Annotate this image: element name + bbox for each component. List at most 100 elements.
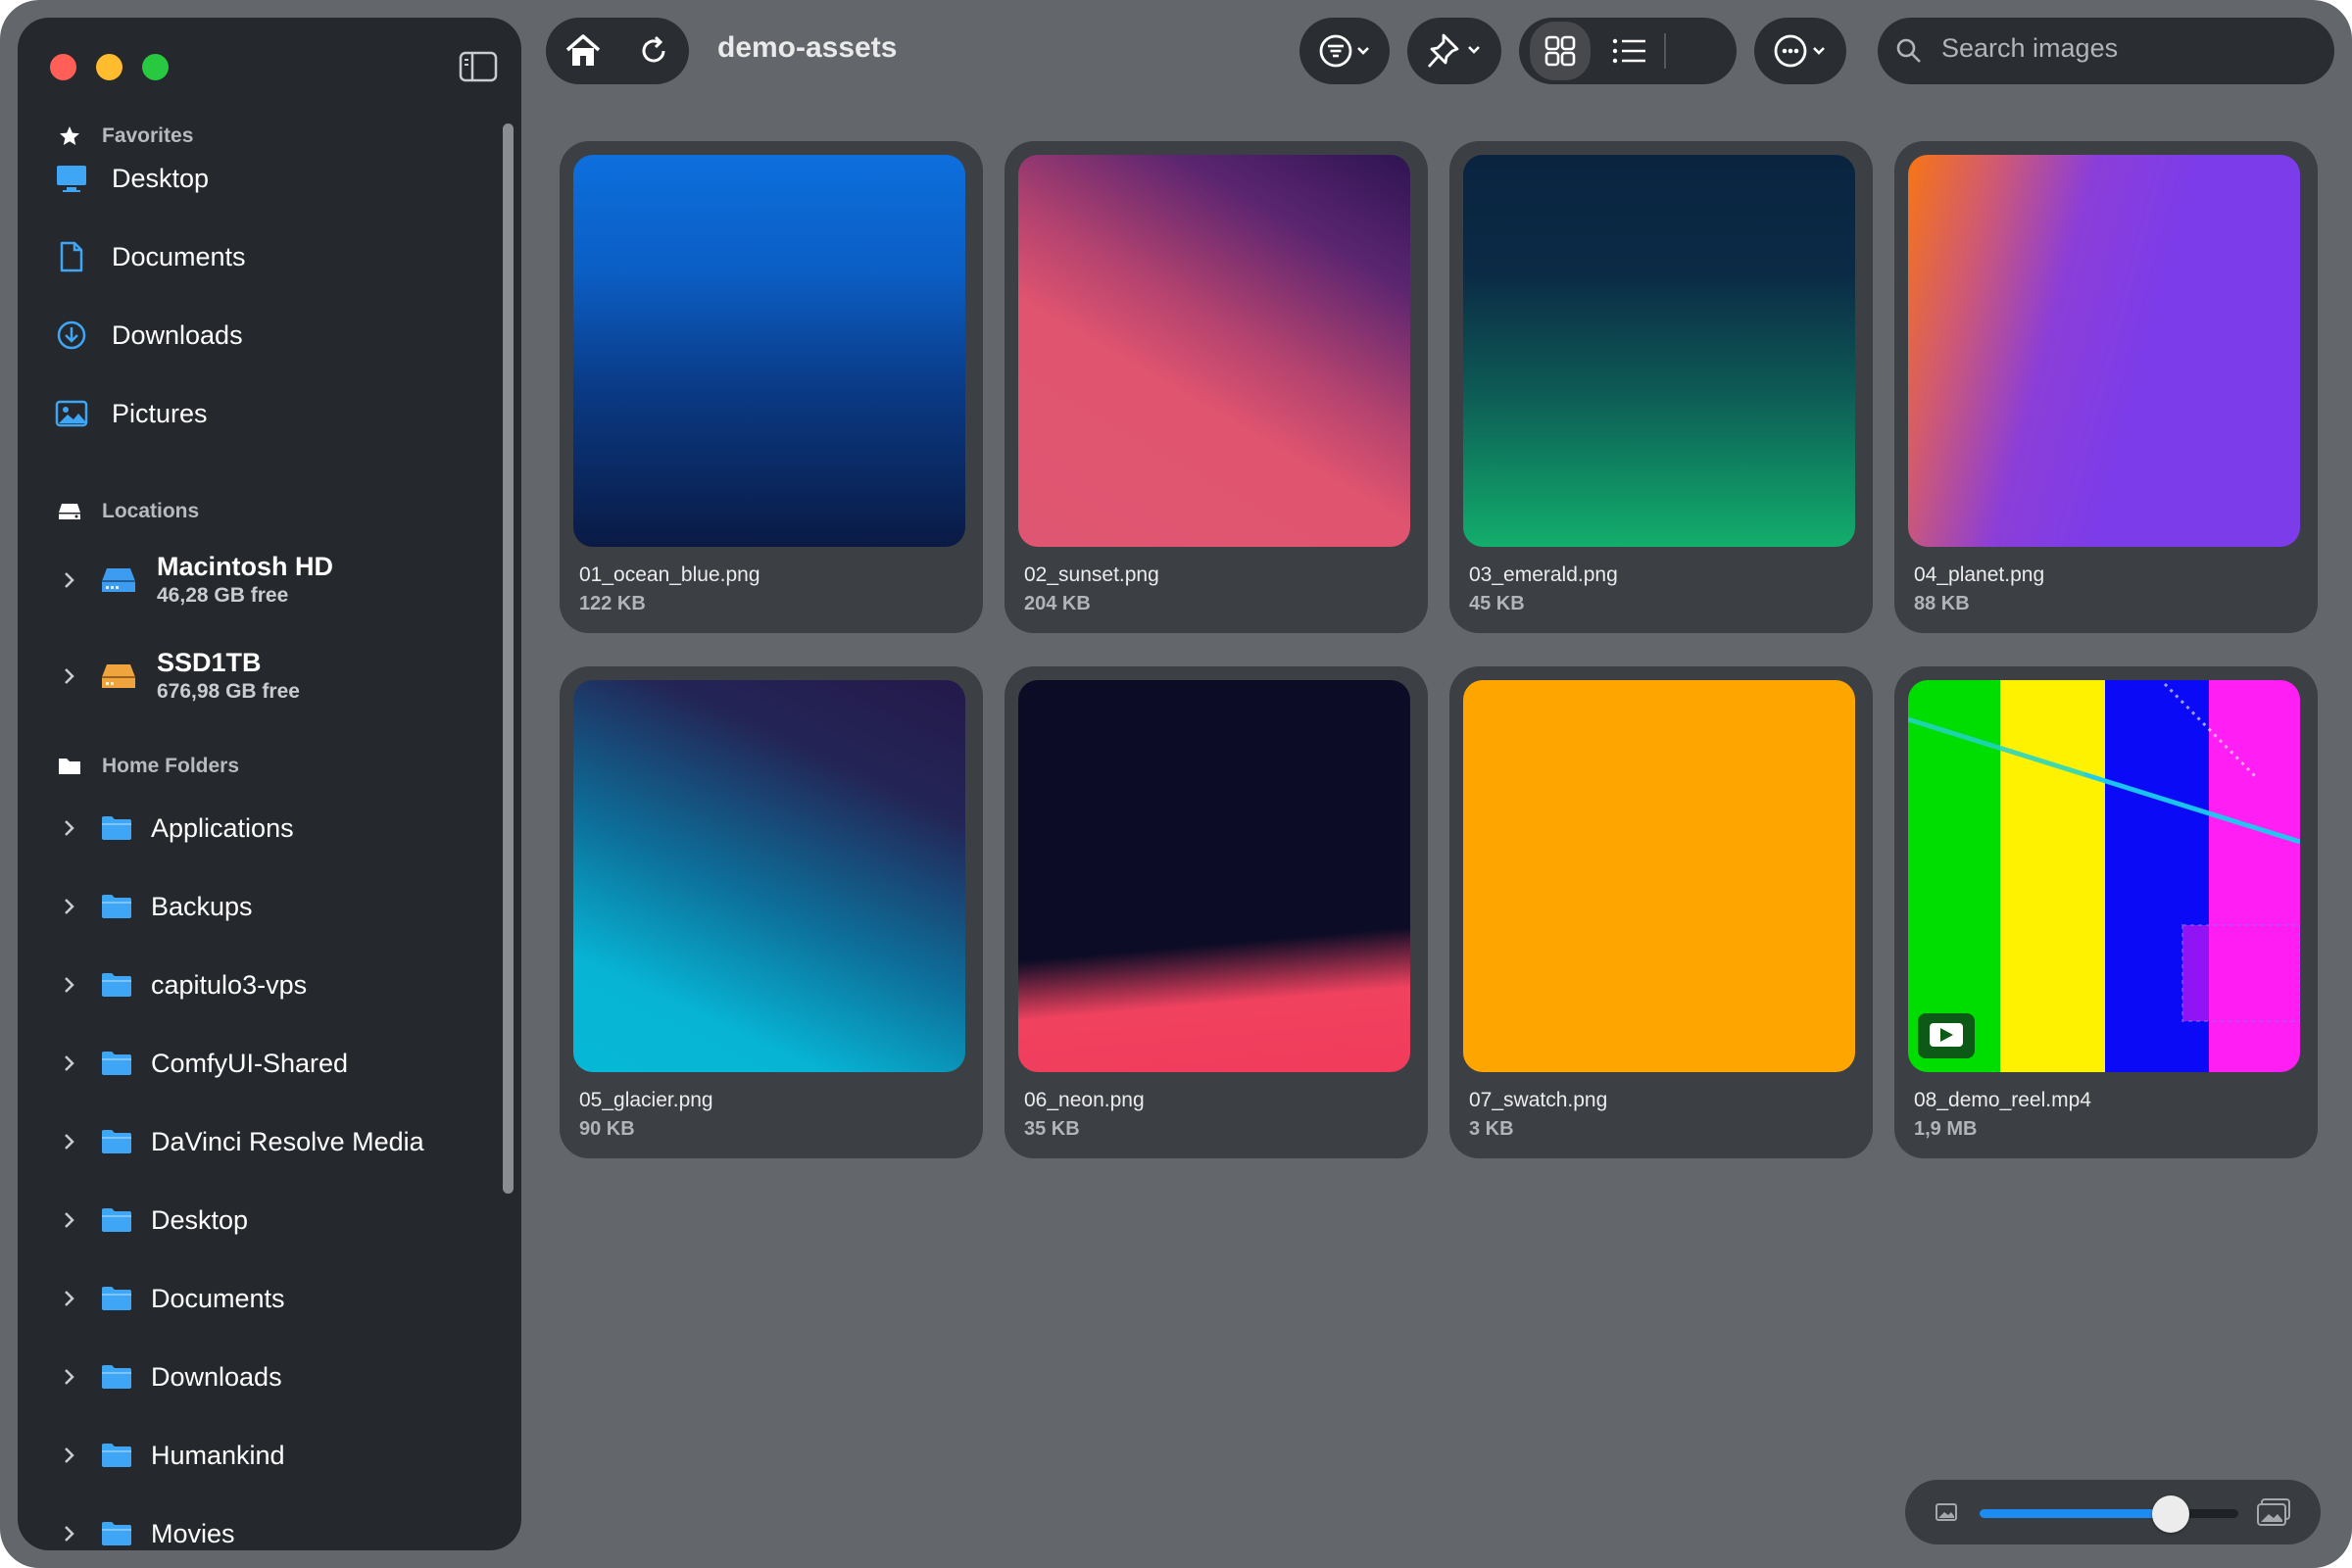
file-size: 45 KB [1469, 593, 1525, 614]
chevron-right-icon[interactable] [55, 1285, 82, 1312]
folder-icon [100, 1206, 133, 1234]
hard-drive-icon [100, 564, 137, 597]
folder-icon [100, 814, 133, 842]
chevron-right-icon[interactable] [55, 662, 82, 690]
sidebar-scrollbar[interactable] [499, 106, 516, 1546]
zoom-window-button[interactable] [142, 54, 169, 80]
folder-label: Humankind [151, 1440, 285, 1470]
list-view-icon[interactable] [1599, 22, 1660, 80]
zoom-slider-knob[interactable] [2152, 1495, 2190, 1533]
chevron-right-icon[interactable] [55, 1520, 82, 1547]
file-name: 07_swatch.png [1469, 1089, 1608, 1111]
sidebar-item-documents[interactable]: Documents [55, 234, 246, 279]
file-name: 05_glacier.png [579, 1089, 713, 1111]
folder-icon [100, 1442, 133, 1469]
document-icon [55, 240, 88, 273]
image-thumbnail[interactable] [1908, 155, 2300, 547]
chevron-right-icon[interactable] [55, 1128, 82, 1155]
sidebar-toggle-icon[interactable] [459, 51, 498, 82]
minimize-window-button[interactable] [96, 54, 122, 80]
file-card[interactable]: 04_planet.png 88 KB [1894, 141, 2318, 633]
sidebar-item-downloads[interactable]: Downloads [55, 313, 243, 358]
home-folder-item[interactable]: Downloads [55, 1354, 282, 1399]
sidebar-item-pictures[interactable]: Pictures [55, 391, 208, 436]
home-folder-item[interactable]: DaVinci Resolve Media [55, 1119, 424, 1164]
file-name: 06_neon.png [1024, 1089, 1145, 1111]
drive-icon [55, 497, 84, 526]
chevron-right-icon[interactable] [55, 971, 82, 999]
file-name: 02_sunset.png [1024, 564, 1159, 586]
chevron-right-icon[interactable] [55, 1363, 82, 1391]
refresh-icon[interactable] [629, 28, 678, 74]
home-icon[interactable] [559, 28, 608, 74]
filter-icon[interactable] [1309, 28, 1384, 74]
location-free-space: 46,28 GB free [157, 584, 289, 607]
chevron-right-icon[interactable] [55, 566, 82, 594]
home-folder-item[interactable]: Documents [55, 1276, 285, 1321]
thumbnail-size-control [1905, 1480, 2321, 1544]
home-folder-item[interactable]: capitulo3-vps [55, 962, 307, 1007]
folder-label: DaVinci Resolve Media [151, 1126, 424, 1156]
image-thumbnail[interactable] [1018, 155, 1410, 547]
picture-icon [55, 397, 88, 430]
zoom-slider[interactable] [1980, 1509, 2238, 1518]
file-card[interactable]: 06_neon.png 35 KB [1004, 666, 1428, 1158]
image-thumbnail[interactable] [1463, 680, 1855, 1072]
file-size: 204 KB [1024, 593, 1091, 614]
large-image-icon [2256, 1497, 2291, 1532]
file-card[interactable]: 05_glacier.png 90 KB [560, 666, 983, 1158]
toolbar-divider [1664, 33, 1666, 69]
folder-icon [100, 1285, 133, 1312]
file-size: 88 KB [1914, 593, 1970, 614]
more-icon[interactable] [1764, 28, 1840, 74]
favorites-header: Favorites [55, 122, 193, 151]
locations-header: Locations [55, 497, 199, 526]
chevron-right-icon[interactable] [55, 1050, 82, 1077]
file-card[interactable]: 07_swatch.png 3 KB [1449, 666, 1873, 1158]
location-name: Macintosh HD [157, 552, 334, 581]
image-thumbnail[interactable] [573, 680, 965, 1072]
file-card[interactable]: 03_emerald.png 45 KB [1449, 141, 1873, 633]
folder-label: Documents [151, 1283, 285, 1313]
home-folder-item[interactable]: Backups [55, 884, 253, 929]
file-name: 04_planet.png [1914, 564, 2045, 586]
home-folder-item[interactable]: ComfyUI-Shared [55, 1041, 348, 1086]
file-card[interactable]: 08_demo_reel.mp4 1,9 MB [1894, 666, 2318, 1158]
folder-icon [100, 1363, 133, 1391]
desktop-icon [55, 162, 88, 195]
search-placeholder: Search images [1941, 33, 2119, 63]
close-window-button[interactable] [50, 54, 76, 80]
folder-label: Movies [151, 1518, 235, 1548]
location-free-space: 676,98 GB free [157, 680, 300, 703]
folder-icon [100, 971, 133, 999]
home-folders-header: Home Folders [55, 752, 239, 781]
folder-label: capitulo3-vps [151, 969, 308, 1000]
pin-icon[interactable] [1417, 28, 1495, 74]
download-icon [55, 318, 88, 352]
home-folder-item[interactable]: Movies [55, 1511, 235, 1550]
scrollbar-thumb[interactable] [503, 123, 514, 1194]
chevron-right-icon[interactable] [55, 893, 82, 920]
grid-view-icon[interactable] [1530, 22, 1591, 80]
image-thumbnail[interactable] [573, 155, 965, 547]
chevron-right-icon[interactable] [55, 1442, 82, 1469]
file-card[interactable]: 01_ocean_blue.png 122 KB [560, 141, 983, 633]
file-name: 03_emerald.png [1469, 564, 1618, 586]
location-macintosh-hd[interactable]: Macintosh HD 46,28 GB free [55, 546, 333, 614]
file-size: 122 KB [579, 593, 646, 614]
file-card[interactable]: 02_sunset.png 204 KB [1004, 141, 1428, 633]
search-icon [1893, 35, 1925, 67]
image-thumbnail[interactable] [1018, 680, 1410, 1072]
video-thumbnail[interactable] [1908, 680, 2300, 1072]
zoom-slider-fill [1980, 1509, 2172, 1518]
image-thumbnail[interactable] [1463, 155, 1855, 547]
chevron-right-icon[interactable] [55, 814, 82, 842]
chevron-right-icon[interactable] [55, 1206, 82, 1234]
folder-label: Backups [151, 891, 253, 921]
home-folder-item[interactable]: Humankind [55, 1433, 285, 1478]
location-ssd1tb[interactable]: SSD1TB 676,98 GB free [55, 642, 300, 710]
sidebar-item-desktop[interactable]: Desktop [55, 156, 209, 201]
home-folder-item[interactable]: Desktop [55, 1198, 248, 1243]
location-name: SSD1TB [157, 648, 262, 677]
home-folder-item[interactable]: Applications [55, 806, 294, 851]
